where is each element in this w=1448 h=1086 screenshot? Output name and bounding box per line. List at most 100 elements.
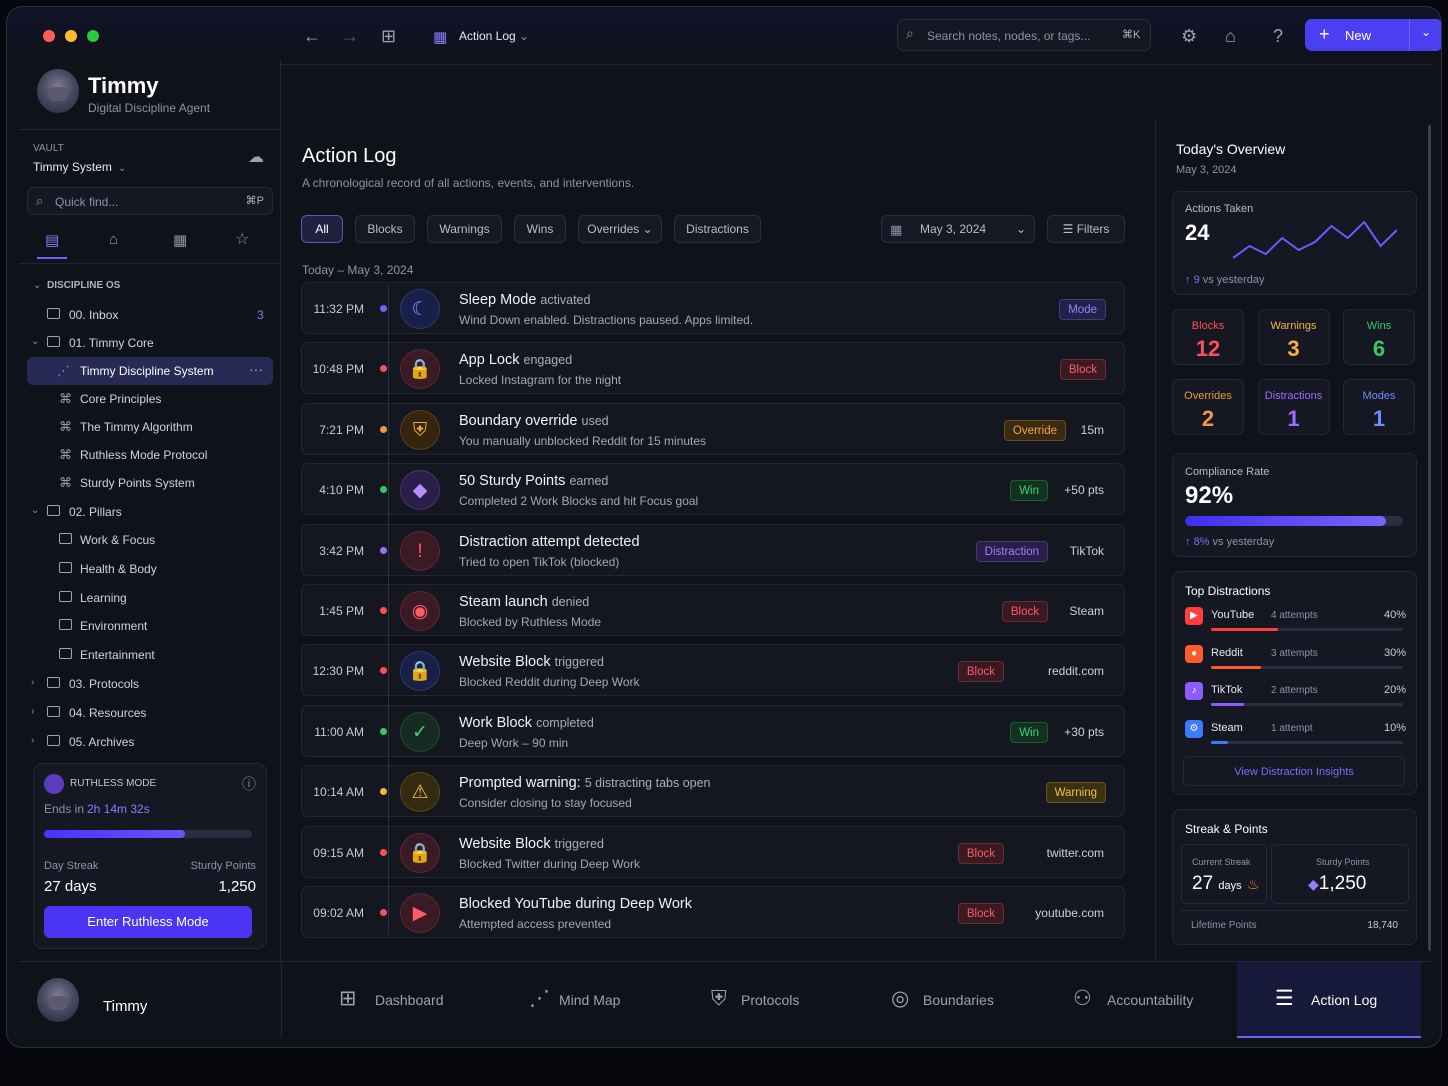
log-row[interactable]: 4:10 PM ◆ 50 Sturdy Points earned Comple… xyxy=(301,463,1125,516)
sidebar-item-label: 01. Timmy Core xyxy=(69,336,154,350)
stat-blocks: Blocks 12 xyxy=(1172,309,1244,365)
youtube-icon: ▶ xyxy=(1185,607,1203,625)
grid-view-icon[interactable]: ⊞ xyxy=(381,27,396,45)
log-row[interactable]: 09:15 AM 🔒 Website Block triggered Block… xyxy=(301,825,1125,878)
row-title: Website Block triggered xyxy=(459,835,604,852)
distraction-item[interactable]: ● Reddit 3 attempts 30% xyxy=(1173,642,1418,676)
stat-label: Overrides xyxy=(1184,390,1232,402)
sliders-icon[interactable]: ⚙ xyxy=(1181,27,1197,45)
stat-wins: Wins 6 xyxy=(1343,309,1415,365)
sidebar-item-ruthless-mode-protocol[interactable]: ⌘ Ruthless Mode Protocol xyxy=(19,441,281,469)
distraction-bar xyxy=(1211,628,1403,631)
sidebar-item-learning[interactable]: Learning xyxy=(19,584,281,612)
tab-boundaries[interactable]: ◎ Boundaries xyxy=(877,962,1027,1038)
distraction-item[interactable]: ♪ TikTok 2 attempts 20% xyxy=(1173,679,1418,713)
sidebar-item-environment[interactable]: Environment xyxy=(19,612,281,640)
zoom-window-button[interactable] xyxy=(87,30,99,42)
tags-tab-icon[interactable]: ⌂ xyxy=(109,231,118,248)
folder-icon xyxy=(59,648,72,659)
tag-icon[interactable]: ⌂ xyxy=(1225,27,1236,45)
filter-all[interactable]: All xyxy=(301,215,343,243)
row-tag: Win xyxy=(1010,480,1048,502)
view-insights-link[interactable]: View Distraction Insights xyxy=(1183,756,1405,786)
log-row[interactable]: 12:30 PM 🔒 Website Block triggered Block… xyxy=(301,644,1125,697)
back-arrow-icon[interactable]: ← xyxy=(303,27,321,45)
scrollbar[interactable] xyxy=(1428,125,1431,951)
help-icon[interactable]: ? xyxy=(1273,27,1283,45)
quick-find-input[interactable]: ⌕ Quick find... ⌘P xyxy=(27,187,273,215)
filter-blocks[interactable]: Blocks xyxy=(355,215,415,243)
distraction-item[interactable]: ⚙ Steam 1 attempt 10% xyxy=(1173,717,1418,751)
starred-tab-icon[interactable]: ☆ xyxy=(235,229,249,249)
log-row[interactable]: 10:48 PM 🔒 App Lock engaged Locked Insta… xyxy=(301,342,1125,395)
sidebar-item-protocols[interactable]: › 03. Protocols xyxy=(19,670,281,698)
new-button[interactable]: + New ⌄ xyxy=(1305,19,1441,51)
info-icon[interactable]: ⓘ xyxy=(242,774,256,794)
vault-selector[interactable]: Timmy System ⌄ xyxy=(33,160,126,174)
tab-action-log[interactable]: ☰ Action Log xyxy=(1237,962,1421,1038)
search-input[interactable]: ⌕ Search notes, nodes, or tags... ⌘K xyxy=(897,19,1151,51)
node-icon: ⌘ xyxy=(59,447,72,462)
filter-warnings[interactable]: Warnings xyxy=(427,215,502,243)
minimize-window-button[interactable] xyxy=(65,30,77,42)
log-row[interactable]: 3:42 PM ! Distraction attempt detected T… xyxy=(301,523,1125,576)
tab-mind-map[interactable]: ⋰ Mind Map xyxy=(515,962,665,1038)
sidebar-item-sturdy-points-system[interactable]: ⌘ Sturdy Points System xyxy=(19,469,281,497)
date-picker[interactable]: ▦ May 3, 2024 ⌄ xyxy=(881,215,1035,243)
chevron-down-icon[interactable]: ⌄ xyxy=(1421,25,1431,39)
log-row[interactable]: 11:00 AM ✓ Work Block completed Deep Wor… xyxy=(301,704,1125,757)
chevron-down-icon: ⌄ xyxy=(31,336,40,347)
chevron-down-icon: ⌄ xyxy=(639,222,653,236)
calendar-tab-icon[interactable]: ▦ xyxy=(173,231,187,249)
stat-value: 1 xyxy=(1287,406,1300,431)
distraction-pct: 10% xyxy=(1383,721,1406,734)
more-options-icon[interactable]: ··· xyxy=(249,361,263,377)
sidebar-item-health-body[interactable]: Health & Body xyxy=(19,555,281,583)
log-row[interactable]: 11:32 PM ☾ Sleep Mode activated Wind Dow… xyxy=(301,282,1125,334)
sidebar-item-work-focus[interactable]: Work & Focus xyxy=(19,526,281,554)
filter-distractions[interactable]: Distractions xyxy=(674,215,761,243)
tab-protocols[interactable]: ⛨ Protocols xyxy=(697,962,847,1038)
files-tab-icon[interactable]: ▤ xyxy=(45,231,59,249)
sidebar-item-inbox[interactable]: 00. Inbox 3 xyxy=(19,301,281,329)
current-streak-label: Current Streak xyxy=(1192,857,1251,867)
log-row[interactable]: 1:45 PM ◉ Steam launch denied Blocked by… xyxy=(301,584,1125,636)
row-title: App Lock engaged xyxy=(459,352,573,369)
sidebar-item-timmy-algorithm[interactable]: ⌘ The Timmy Algorithm xyxy=(19,413,281,441)
breadcrumb[interactable]: Action Log ⌄ xyxy=(459,29,529,43)
sturdy-points-label: Sturdy Points xyxy=(1316,857,1370,867)
log-row[interactable]: 7:21 PM ⛨ Boundary override used You man… xyxy=(301,402,1125,455)
sidebar-item-archives[interactable]: › 05. Archives xyxy=(19,728,281,756)
chevron-down-icon[interactable]: ⌄ xyxy=(33,280,41,291)
filters-button[interactable]: ☰ Filters xyxy=(1047,215,1125,243)
sidebar-item-timmy-discipline-system[interactable]: ⋰ Timmy Discipline System ··· xyxy=(27,357,273,385)
close-window-button[interactable] xyxy=(43,30,55,42)
distraction-bar xyxy=(1211,665,1403,669)
sidebar-item-pillars[interactable]: ⌄ 02. Pillars xyxy=(19,498,281,526)
filter-wins[interactable]: Wins xyxy=(514,215,566,243)
timeline-dot xyxy=(380,788,387,796)
row-title: Sleep Mode activated xyxy=(459,292,591,308)
enter-ruthless-mode-button[interactable]: Enter Ruthless Mode xyxy=(44,906,252,938)
sidebar-item-label: Entertainment xyxy=(80,648,155,662)
sidebar-item-entertainment[interactable]: Entertainment xyxy=(19,641,281,669)
forward-arrow-icon[interactable]: → xyxy=(341,27,359,45)
distraction-item[interactable]: ▶ YouTube 4 attempts 40% xyxy=(1173,604,1418,638)
tab-dashboard[interactable]: ⊞ Dashboard xyxy=(325,962,475,1038)
tab-accountability[interactable]: ⚇ Accountability xyxy=(1059,962,1231,1038)
sidebar-item-timmy-core[interactable]: ⌄ 01. Timmy Core xyxy=(19,329,281,357)
chevron-right-icon: › xyxy=(31,706,35,717)
row-meta: youtube.com xyxy=(1035,906,1104,920)
sidebar-item-resources[interactable]: › 04. Resources xyxy=(19,699,281,727)
sidebar-item-core-principles[interactable]: ⌘ Core Principles xyxy=(19,385,281,413)
steam-icon: ⚙ xyxy=(1185,719,1203,738)
row-time: 7:21 PM xyxy=(319,422,364,437)
stat-value: 1 xyxy=(1372,406,1386,431)
log-row[interactable]: 09:02 AM ▶ Blocked YouTube during Deep W… xyxy=(301,886,1125,938)
cloud-sync-icon[interactable]: ☁ xyxy=(248,147,264,167)
sidebar-item-label: Sturdy Points System xyxy=(80,476,195,490)
filter-overrides[interactable]: Overrides ⌄ xyxy=(578,215,662,243)
log-row[interactable]: 10:14 AM ⚠ Prompted warning: 5 distracti… xyxy=(301,765,1125,818)
date-value: May 3, 2024 xyxy=(920,222,987,236)
node-icon: ⋰ xyxy=(57,363,70,378)
